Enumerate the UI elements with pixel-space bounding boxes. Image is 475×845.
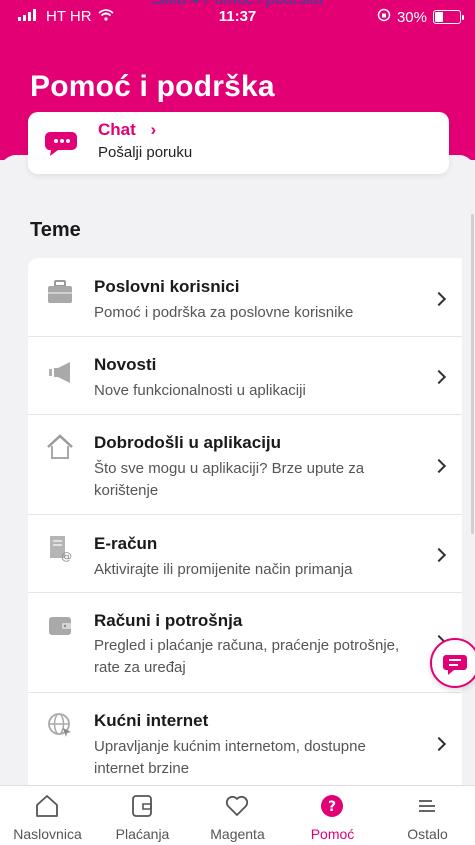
tab-label: Ostalo bbox=[407, 826, 448, 842]
chevron-right-icon: › bbox=[150, 120, 157, 139]
e-bill-icon: @ bbox=[46, 534, 74, 563]
tab-magenta[interactable]: Magenta bbox=[190, 786, 285, 845]
svg-text:@: @ bbox=[61, 550, 72, 562]
megaphone-icon bbox=[46, 358, 74, 386]
list-item[interactable]: @ E-račun Aktivirajte ili promijenite na… bbox=[28, 515, 462, 593]
status-bar: HT HR 11:37 30% bbox=[0, 8, 475, 28]
item-subtitle: Što sve mogu u aplikaciji? Brze upute za… bbox=[94, 460, 365, 499]
tab-label: Pomoć bbox=[310, 826, 355, 842]
list-item[interactable]: Računi i potrošnja Pregled i plaćanje ra… bbox=[28, 593, 462, 693]
item-subtitle: Pregled i plaćanje računa, praćenje potr… bbox=[94, 637, 400, 676]
item-title: Dobrodošli u aplikaciju bbox=[94, 433, 282, 452]
tab-label: Naslovnica bbox=[13, 826, 82, 842]
item-subtitle: Aktivirajte ili promijenite način priman… bbox=[94, 561, 353, 578]
battery-icon bbox=[433, 10, 464, 24]
list-item[interactable]: Poslovni korisnici Pomoć i podrška za po… bbox=[28, 258, 462, 337]
item-title: Kućni internet bbox=[94, 711, 209, 730]
topics-list: Poslovni korisnici Pomoć i podrška za po… bbox=[28, 258, 462, 798]
svg-text:?: ? bbox=[328, 799, 336, 815]
chevron-right-icon bbox=[431, 547, 447, 563]
page-title: Pomoć i podrška bbox=[30, 70, 275, 103]
chat-card[interactable]: Chat › Pošalji poruku bbox=[28, 112, 449, 174]
list-item[interactable]: Dobrodošli u aplikaciju Što sve mogu u a… bbox=[28, 415, 462, 515]
globe-icon bbox=[46, 711, 74, 739]
tab-placanja[interactable]: Plaćanja bbox=[95, 786, 190, 845]
chevron-right-icon bbox=[431, 291, 447, 307]
tab-label: Plaćanja bbox=[115, 826, 170, 842]
home-icon bbox=[46, 433, 74, 461]
orientation-lock-icon bbox=[377, 8, 391, 26]
chevron-right-icon bbox=[431, 736, 447, 752]
item-title: E-račun bbox=[94, 534, 158, 553]
item-title: Novosti bbox=[94, 355, 157, 374]
chat-subtitle: Pošalji poruku bbox=[98, 144, 193, 161]
list-item[interactable]: Novosti Nove funkcionalnosti u aplikacij… bbox=[28, 337, 462, 415]
tab-label: Magenta bbox=[210, 826, 265, 842]
tab-ostalo[interactable]: Ostalo bbox=[380, 786, 475, 845]
chevron-right-icon bbox=[431, 458, 447, 474]
chat-title-label: Chat bbox=[98, 120, 136, 139]
tab-naslovnica[interactable]: Naslovnica bbox=[0, 786, 95, 845]
chat-bubble-icon bbox=[44, 126, 78, 158]
bottom-nav: Naslovnica Plaćanja Magenta ? Pomoć Osta… bbox=[0, 785, 475, 845]
item-subtitle: Pomoć i podrška za poslovne korisnike bbox=[94, 304, 354, 321]
item-title: Poslovni korisnici bbox=[94, 277, 240, 296]
item-subtitle: Nove funkcionalnosti u aplikaciji bbox=[94, 382, 306, 399]
wallet-icon bbox=[46, 612, 74, 640]
tab-pomoc[interactable]: ? Pomoć bbox=[285, 786, 380, 845]
item-title: Računi i potrošnja bbox=[94, 611, 243, 630]
battery-percent: 30% bbox=[396, 8, 427, 26]
chat-fab-button[interactable] bbox=[430, 638, 475, 688]
figure-caption: Slika 4 Pomoć i podrška bbox=[0, 0, 475, 9]
chevron-right-icon bbox=[431, 369, 447, 385]
briefcase-icon bbox=[46, 278, 74, 306]
list-item[interactable]: Kućni internet Upravljanje kućnim intern… bbox=[28, 693, 462, 793]
scrollbar[interactable] bbox=[471, 214, 474, 534]
item-subtitle: Upravljanje kućnim internetom, dostupne … bbox=[94, 738, 366, 777]
chat-title: Chat › bbox=[98, 120, 156, 140]
section-title: Teme bbox=[30, 219, 81, 241]
